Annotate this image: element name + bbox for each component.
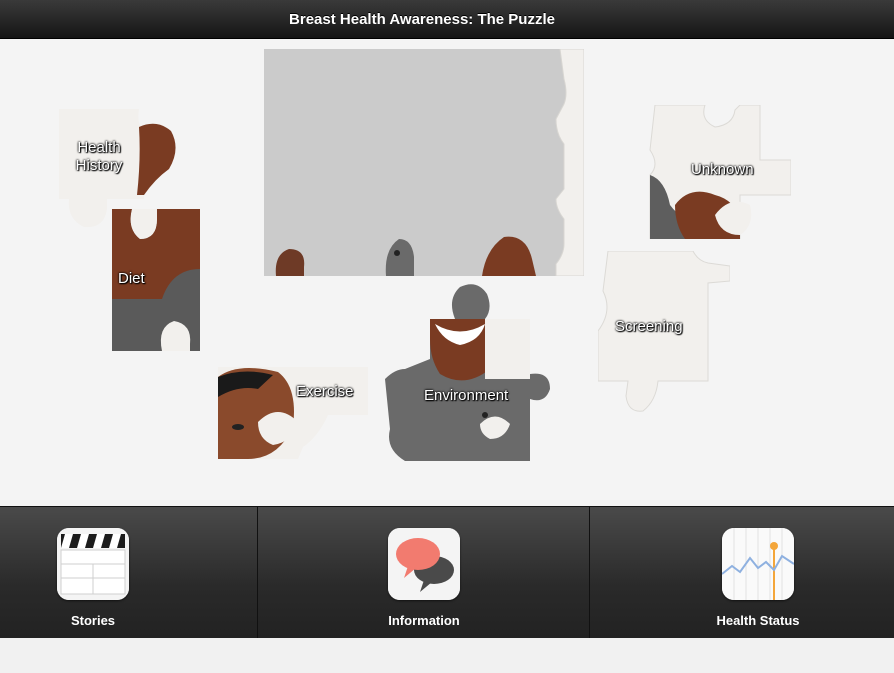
puzzle-piece-unknown[interactable]: Unknown (645, 105, 791, 239)
tab-label-health-status: Health Status (716, 613, 800, 628)
piece-label-screening: Screening (615, 318, 683, 335)
tab-health-status[interactable]: Health Status (590, 507, 894, 639)
title-bar: Breast Health Awareness: The Puzzle (0, 0, 894, 39)
tab-label-information: Information (388, 613, 460, 628)
bottom-strip (0, 638, 894, 673)
puzzle-piece-diet[interactable]: Diet (112, 209, 202, 351)
clapperboard-icon (57, 528, 129, 600)
puzzle-frame[interactable] (264, 49, 584, 276)
speech-bubbles-icon (388, 528, 460, 600)
tab-bar: Stories Information Health Status (0, 506, 894, 639)
window-title: Breast Health Awareness: The Puzzle (289, 10, 555, 28)
tab-label-stories: Stories (70, 613, 116, 628)
line-chart-icon (722, 528, 794, 600)
piece-label-unknown: Unknown (691, 161, 754, 178)
puzzle-frame-edge-pieces (275, 49, 584, 276)
puzzle-piece-environment[interactable]: Environment (385, 279, 551, 461)
piece-label-exercise: Exercise (296, 383, 354, 400)
piece-label-health-history: Health History (75, 139, 123, 174)
puzzle-piece-exercise[interactable]: Exercise (218, 367, 368, 459)
tab-stories[interactable]: Stories (0, 507, 258, 639)
piece-label-diet: Diet (118, 270, 145, 287)
piece-label-environment: Environment (424, 387, 509, 404)
puzzle-piece-screening[interactable]: Screening (598, 251, 730, 427)
puzzle-board: Health History Diet Exercise Environment… (0, 39, 894, 506)
tab-information[interactable]: Information (258, 507, 590, 639)
